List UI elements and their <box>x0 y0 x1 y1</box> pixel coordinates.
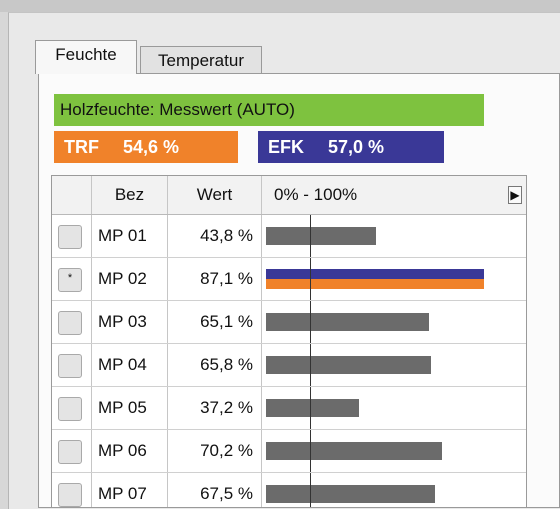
cell-wert: 43,8 % <box>168 215 262 257</box>
value-bar-efk <box>266 269 484 279</box>
grid-header: Bez Wert 0% - 100% ▶ <box>52 176 526 215</box>
table-row[interactable]: MP 07 67,5 % <box>52 473 526 507</box>
trf-value: 54,6 % <box>123 137 180 157</box>
cell-bar <box>262 473 526 507</box>
row-select-cell[interactable] <box>52 473 92 507</box>
reference-line <box>310 473 311 507</box>
cell-bar <box>262 430 526 472</box>
cell-bez: MP 01 <box>92 215 168 257</box>
efk-value: 57,0 % <box>328 137 385 157</box>
row-select-cell[interactable] <box>52 387 92 429</box>
arrow-right-icon[interactable]: ▶ <box>508 186 522 204</box>
value-bar <box>266 356 431 374</box>
value-bar <box>266 399 359 417</box>
row-select-cell[interactable] <box>52 215 92 257</box>
reference-line <box>310 430 311 472</box>
value-bar-trf <box>266 279 484 289</box>
cell-bar <box>262 301 526 343</box>
header-range-label: 0% - 100% <box>274 185 358 204</box>
cell-wert: 65,8 % <box>168 344 262 386</box>
cell-bar <box>262 258 526 300</box>
cell-bez: MP 06 <box>92 430 168 472</box>
row-select-box[interactable] <box>58 440 82 464</box>
header-range[interactable]: 0% - 100% ▶ <box>262 176 526 214</box>
cell-wert: 37,2 % <box>168 387 262 429</box>
table-row[interactable]: MP 05 37,2 % <box>52 387 526 430</box>
measurement-mode-banner: Holzfeuchte: Messwert (AUTO) <box>54 94 484 126</box>
table-row[interactable]: MP 01 43,8 % <box>52 215 526 258</box>
row-select-box[interactable] <box>58 483 82 507</box>
window-topbar <box>0 0 560 12</box>
cell-wert: 87,1 % <box>168 258 262 300</box>
cell-bar <box>262 344 526 386</box>
value-bar <box>266 227 376 245</box>
row-select-box[interactable] <box>58 311 82 335</box>
row-select-cell[interactable]: * <box>52 258 92 300</box>
efk-badge: EFK 57,0 % <box>258 131 444 163</box>
reference-line <box>310 258 311 300</box>
table-row[interactable]: MP 04 65,8 % <box>52 344 526 387</box>
header-wert[interactable]: Wert <box>168 176 262 214</box>
cell-bez: MP 03 <box>92 301 168 343</box>
tab-temperatur[interactable]: Temperatur <box>140 46 262 76</box>
cell-wert: 65,1 % <box>168 301 262 343</box>
cell-bez: MP 05 <box>92 387 168 429</box>
table-row[interactable]: MP 03 65,1 % <box>52 301 526 344</box>
table-row[interactable]: * MP 02 87,1 % <box>52 258 526 301</box>
reference-line <box>310 215 311 257</box>
cell-bar <box>262 387 526 429</box>
cell-bar <box>262 215 526 257</box>
row-select-box[interactable] <box>58 397 82 421</box>
reference-line <box>310 387 311 429</box>
value-bar <box>266 313 429 331</box>
reference-line <box>310 301 311 343</box>
trf-label: TRF <box>64 137 99 157</box>
selected-marker-icon[interactable]: * <box>58 268 82 292</box>
row-select-cell[interactable] <box>52 430 92 472</box>
row-select-cell[interactable] <box>52 301 92 343</box>
header-select-cell <box>52 176 92 214</box>
measurement-grid: Bez Wert 0% - 100% ▶ MP 01 43,8 % * MP 02 87… <box>51 175 527 508</box>
value-bar <box>266 485 435 503</box>
cell-wert: 67,5 % <box>168 473 262 507</box>
cell-wert: 70,2 % <box>168 430 262 472</box>
row-select-box[interactable] <box>58 354 82 378</box>
value-bar <box>266 269 484 289</box>
reference-line <box>310 344 311 386</box>
cell-bez: MP 04 <box>92 344 168 386</box>
row-select-cell[interactable] <box>52 344 92 386</box>
tab-feuchte[interactable]: Feuchte <box>35 40 137 74</box>
value-bar <box>266 442 442 460</box>
cell-bez: MP 02 <box>92 258 168 300</box>
table-row[interactable]: MP 06 70,2 % <box>52 430 526 473</box>
cell-bez: MP 07 <box>92 473 168 507</box>
header-bez[interactable]: Bez <box>92 176 168 214</box>
trf-badge: TRF 54,6 % <box>54 131 238 163</box>
row-select-box[interactable] <box>58 225 82 249</box>
efk-label: EFK <box>268 137 304 157</box>
